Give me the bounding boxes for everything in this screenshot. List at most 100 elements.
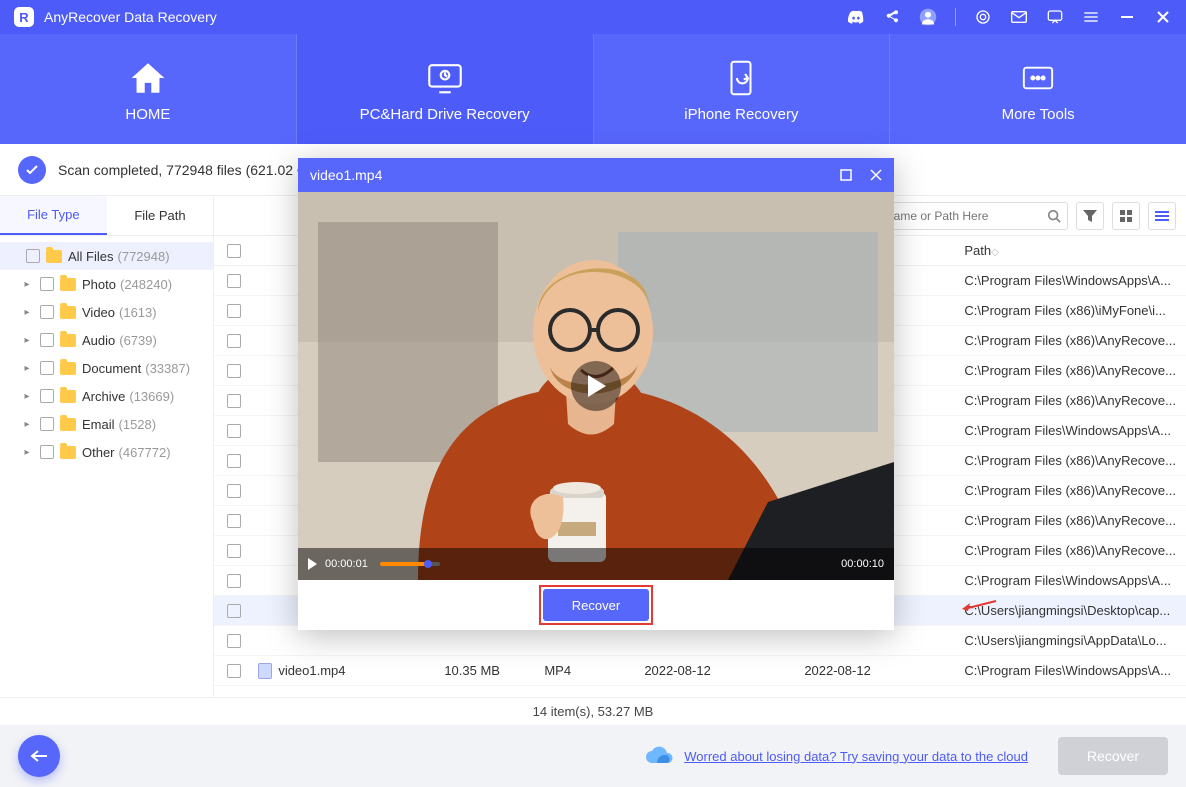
- checkbox[interactable]: [40, 305, 54, 319]
- nav-more-tools[interactable]: More Tools: [890, 34, 1186, 144]
- row-checkbox[interactable]: [227, 394, 241, 408]
- tree-label: Video: [82, 305, 115, 320]
- mail-icon[interactable]: [1010, 10, 1028, 24]
- folder-icon: [60, 362, 76, 375]
- folder-icon: [60, 334, 76, 347]
- file-path: C:\Program Files\WindowsApps\A...: [964, 573, 1186, 588]
- summary-bar: 14 item(s), 53.27 MB: [0, 697, 1186, 725]
- search-input-wrap[interactable]: [868, 202, 1068, 230]
- menu-icon[interactable]: [1082, 10, 1100, 24]
- row-checkbox[interactable]: [227, 604, 241, 618]
- checkbox[interactable]: [40, 361, 54, 375]
- file-path: C:\Program Files\WindowsApps\A...: [964, 273, 1186, 288]
- user-icon[interactable]: [919, 8, 937, 26]
- row-checkbox[interactable]: [227, 454, 241, 468]
- play-icon[interactable]: [308, 558, 317, 570]
- row-checkbox[interactable]: [227, 484, 241, 498]
- nav-pc-recovery[interactable]: PC&Hard Drive Recovery: [297, 34, 594, 144]
- row-checkbox[interactable]: [227, 304, 241, 318]
- tree-item[interactable]: ▸Other(467772): [0, 438, 213, 466]
- select-all-checkbox[interactable]: [227, 244, 241, 258]
- tree-item[interactable]: ▸Email(1528): [0, 410, 213, 438]
- preview-recover-button[interactable]: Recover: [543, 589, 649, 621]
- tab-file-path[interactable]: File Path: [107, 196, 214, 235]
- list-view-icon[interactable]: [1148, 202, 1176, 230]
- tab-file-type[interactable]: File Type: [0, 196, 107, 235]
- nav-label: More Tools: [1002, 106, 1075, 123]
- filter-icon[interactable]: [1076, 202, 1104, 230]
- chevron-right-icon[interactable]: ▸: [20, 363, 34, 374]
- preview-filename: video1.mp4: [310, 167, 382, 183]
- close-icon[interactable]: [1154, 10, 1172, 24]
- table-row[interactable]: C:\Users\jiangmingsi\AppData\Lo...: [214, 626, 1186, 656]
- row-checkbox[interactable]: [227, 364, 241, 378]
- arrow-annotation-icon: [958, 595, 998, 615]
- check-circle-icon: [18, 156, 46, 184]
- chevron-right-icon[interactable]: ▸: [20, 419, 34, 430]
- row-checkbox[interactable]: [227, 634, 241, 648]
- file-modified: 2022-08-12: [804, 663, 964, 678]
- checkbox[interactable]: [40, 333, 54, 347]
- minimize-icon[interactable]: [1118, 10, 1136, 24]
- discord-icon[interactable]: [847, 10, 865, 24]
- file-path: C:\Program Files (x86)\AnyRecove...: [964, 363, 1186, 378]
- seek-bar[interactable]: [380, 562, 440, 566]
- checkbox[interactable]: [40, 277, 54, 291]
- tree-item[interactable]: ▸Video(1613): [0, 298, 213, 326]
- col-path-header[interactable]: Path: [964, 243, 991, 258]
- checkbox[interactable]: [26, 249, 40, 263]
- target-icon[interactable]: [974, 9, 992, 25]
- row-checkbox[interactable]: [227, 544, 241, 558]
- row-checkbox[interactable]: [227, 334, 241, 348]
- tree-count: (248240): [120, 277, 172, 292]
- row-checkbox[interactable]: [227, 664, 241, 678]
- titlebar: R AnyRecover Data Recovery: [0, 0, 1186, 34]
- search-icon[interactable]: [1047, 209, 1061, 223]
- recover-button[interactable]: Recover: [1058, 737, 1168, 775]
- chevron-right-icon[interactable]: ▸: [20, 307, 34, 318]
- share-icon[interactable]: [883, 9, 901, 25]
- checkbox[interactable]: [40, 389, 54, 403]
- file-tree: All Files (772948) ▸Photo(248240)▸Video(…: [0, 236, 213, 697]
- close-icon[interactable]: [870, 169, 882, 181]
- checkbox[interactable]: [40, 445, 54, 459]
- row-checkbox[interactable]: [227, 574, 241, 588]
- preview-video[interactable]: 00:00:01 00:00:10: [298, 192, 894, 580]
- row-checkbox[interactable]: [227, 424, 241, 438]
- app-title: AnyRecover Data Recovery: [44, 9, 217, 25]
- status-text: Scan completed, 772948 files (621.02 G: [58, 162, 308, 178]
- preview-titlebar: video1.mp4: [298, 158, 894, 192]
- tree-item[interactable]: ▸Document(33387): [0, 354, 213, 382]
- chevron-right-icon[interactable]: ▸: [20, 447, 34, 458]
- search-input[interactable]: [875, 209, 1047, 223]
- chevron-right-icon[interactable]: ▸: [20, 335, 34, 346]
- folder-icon: [60, 306, 76, 319]
- grid-view-icon[interactable]: [1112, 202, 1140, 230]
- sort-icon[interactable]: ◇: [991, 247, 999, 258]
- nav-iphone-recovery[interactable]: iPhone Recovery: [594, 34, 891, 144]
- cloud-save-link[interactable]: Worred about losing data? Try saving you…: [684, 749, 1028, 764]
- tree-label: All Files: [68, 249, 114, 264]
- feedback-icon[interactable]: [1046, 9, 1064, 25]
- file-path: C:\Users\jiangmingsi\AppData\Lo...: [964, 633, 1186, 648]
- tree-count: (772948): [118, 249, 170, 264]
- tree-item[interactable]: ▸Archive(13669): [0, 382, 213, 410]
- tree-label: Audio: [82, 333, 115, 348]
- folder-icon: [60, 390, 76, 403]
- restore-icon[interactable]: [840, 169, 852, 181]
- tree-item[interactable]: ▸Photo(248240): [0, 270, 213, 298]
- checkbox[interactable]: [40, 417, 54, 431]
- table-row[interactable]: video1.mp410.35 MBMP42022-08-122022-08-1…: [214, 656, 1186, 686]
- play-button[interactable]: [571, 361, 621, 411]
- row-checkbox[interactable]: [227, 514, 241, 528]
- home-icon: [128, 56, 168, 100]
- video-controls: 00:00:01 00:00:10: [298, 548, 894, 580]
- back-button[interactable]: [18, 735, 60, 777]
- tree-item[interactable]: ▸Audio(6739): [0, 326, 213, 354]
- nav-home[interactable]: HOME: [0, 34, 297, 144]
- tree-root[interactable]: All Files (772948): [0, 242, 213, 270]
- chevron-right-icon[interactable]: ▸: [20, 279, 34, 290]
- chevron-right-icon[interactable]: ▸: [20, 391, 34, 402]
- tree-count: (1528): [119, 417, 157, 432]
- row-checkbox[interactable]: [227, 274, 241, 288]
